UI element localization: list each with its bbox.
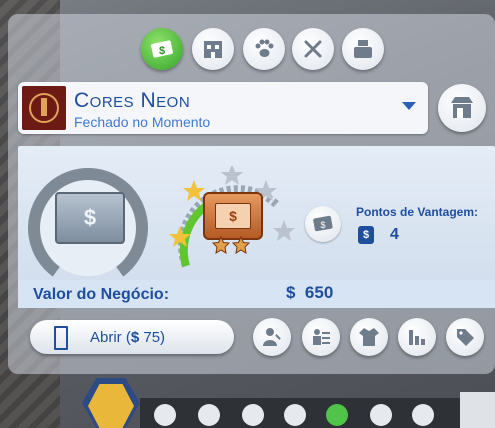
- aspiration-icon[interactable]: [198, 404, 220, 426]
- business-logo: [22, 86, 66, 130]
- perks-label: Pontos de Vantagem:: [356, 205, 479, 219]
- simoleon-icon: $: [130, 329, 140, 346]
- rank-stars-icon: [211, 236, 251, 254]
- paw-icon[interactable]: [243, 28, 285, 70]
- building-icon[interactable]: [192, 28, 234, 70]
- open-button-label: Abrir ($ 75): [90, 329, 166, 346]
- perks-button[interactable]: $: [305, 206, 341, 242]
- manage-employees-icon[interactable]: [253, 318, 291, 356]
- business-status: Fechado no Momento: [74, 114, 211, 130]
- chat-icon[interactable]: [412, 404, 434, 426]
- shop-sign-icon: $: [55, 192, 125, 244]
- sales-chart-icon[interactable]: [398, 318, 436, 356]
- simoleon-icon: $: [286, 283, 296, 302]
- emotions-icon[interactable]: [370, 404, 392, 426]
- business-selector[interactable]: Cores Neon Fechado no Momento: [18, 82, 428, 134]
- open-business-button[interactable]: Abrir ($ 75): [30, 320, 234, 354]
- relationships-icon[interactable]: [242, 404, 264, 426]
- business-tab-icon[interactable]: [326, 404, 348, 426]
- perk-points-icon: $: [358, 226, 374, 244]
- inventory-icon[interactable]: [154, 404, 176, 426]
- star-icon: [273, 220, 295, 241]
- perks-value: 4: [390, 226, 399, 243]
- uniform-icon[interactable]: [350, 318, 388, 356]
- door-icon: [54, 326, 68, 350]
- svg-text:$: $: [320, 220, 325, 230]
- retail-money-icon[interactable]: $: [141, 28, 183, 70]
- utensils-icon[interactable]: [292, 28, 334, 70]
- business-value-number: 650: [304, 283, 334, 302]
- business-value-amount: $ 650: [286, 283, 333, 303]
- lot-info-icon[interactable]: [460, 392, 495, 428]
- price-tag-icon[interactable]: [446, 318, 484, 356]
- business-rank-badge: $: [203, 192, 263, 240]
- business-report-icon[interactable]: [302, 318, 340, 356]
- household-icon[interactable]: [284, 404, 306, 426]
- cash-register-icon[interactable]: [342, 28, 384, 70]
- business-value-label: Valor do Negócio:: [33, 286, 170, 303]
- storefront-icon[interactable]: [438, 84, 486, 132]
- star-icon: [221, 166, 243, 185]
- svg-text:$: $: [159, 45, 165, 57]
- business-name: Cores Neon: [74, 89, 191, 112]
- chevron-down-icon[interactable]: [402, 102, 416, 110]
